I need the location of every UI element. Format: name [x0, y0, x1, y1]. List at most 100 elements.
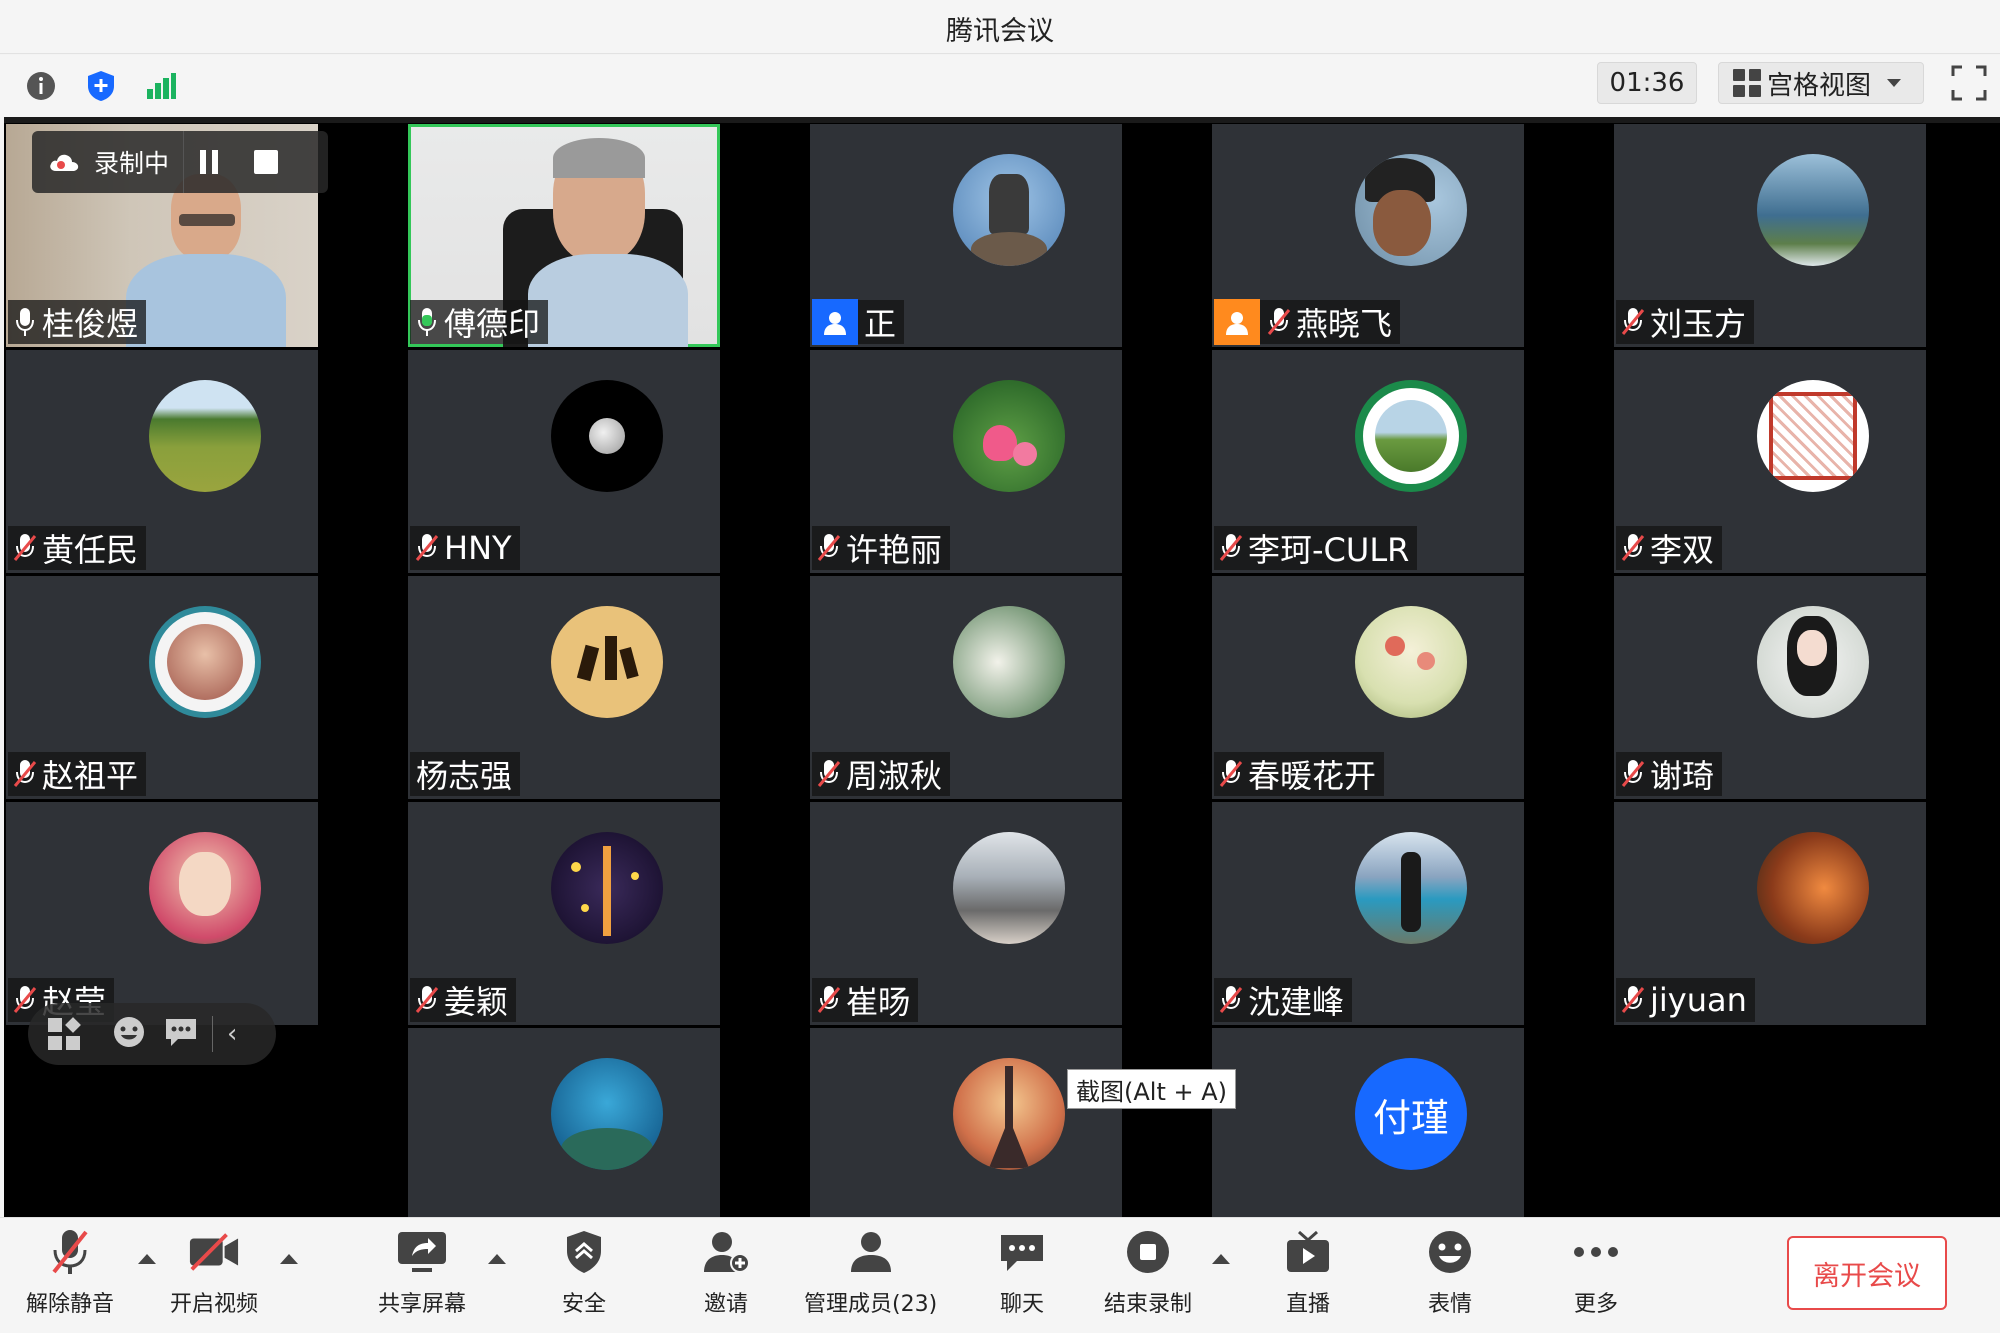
participant-tile-2[interactable]: 傅德印	[408, 124, 720, 347]
chevron-down-icon	[1887, 79, 1902, 87]
view-mode-select[interactable]: 宫格视图	[1718, 62, 1924, 104]
recording-indicator: 录制中	[32, 131, 328, 193]
more-dots-icon	[1570, 1226, 1622, 1278]
participant-tile-3[interactable]: 正	[810, 124, 1122, 347]
microphone-muted-icon	[44, 1226, 96, 1278]
emoji-icon[interactable]	[112, 1015, 146, 1053]
microphone-muted-icon	[1218, 532, 1244, 564]
stop-recording-button[interactable]: 结束录制	[1104, 1226, 1192, 1326]
avatar	[1355, 154, 1467, 266]
participant-tile-23[interactable]: 付瑾	[1212, 1028, 1524, 1217]
share-options-icon[interactable]	[488, 1254, 506, 1264]
participant-nameplate: 谢琦	[1616, 752, 1723, 796]
info-icon[interactable]	[20, 65, 62, 107]
microphone-muted-icon	[1218, 758, 1244, 790]
avatar	[953, 154, 1065, 266]
pause-recording-icon[interactable]	[200, 150, 219, 174]
fullscreen-icon[interactable]	[1948, 62, 1990, 104]
meeting-timer: 01:36	[1597, 62, 1697, 104]
title-bar: 腾讯会议	[0, 0, 2000, 54]
participant-nameplate: jiyuan	[1616, 978, 1755, 1022]
chevron-left-icon[interactable]: ‹	[227, 1019, 237, 1049]
participant-tile-15[interactable]: 谢琦	[1614, 576, 1926, 799]
participant-nameplate: 赵祖平	[8, 752, 147, 796]
participant-name: 燕晓飞	[1296, 305, 1393, 343]
participant-tile-9[interactable]: 李珂-CULR	[1212, 350, 1524, 573]
participant-tile-10[interactable]: 李双	[1614, 350, 1926, 573]
participant-name: 杨志强	[416, 757, 513, 795]
participant-name: 周淑秋	[846, 757, 943, 795]
video-options-icon[interactable]	[280, 1254, 298, 1264]
participant-tile-20[interactable]: jiyuan	[1614, 802, 1926, 1025]
avatar	[551, 832, 663, 944]
stop-recording-icon[interactable]	[254, 150, 279, 174]
participant-tile-18[interactable]: 崔旸	[810, 802, 1122, 1025]
more-button[interactable]: 更多	[1570, 1226, 1622, 1326]
cloud-icon	[48, 151, 82, 173]
view-mode-label: 宫格视图	[1767, 70, 1872, 101]
chat-bubble-icon[interactable]	[164, 1016, 198, 1052]
participant-nameplate: 春暖花开	[1214, 752, 1385, 796]
start-video-button[interactable]: 开启视频	[170, 1226, 258, 1326]
avatar	[953, 606, 1065, 718]
participant-nameplate: 傅德印	[410, 300, 549, 344]
leave-meeting-button[interactable]: 离开会议	[1787, 1236, 1947, 1310]
participant-nameplate: 燕晓飞	[1214, 299, 1401, 345]
add-user-icon	[700, 1226, 752, 1278]
participant-tile-19[interactable]: 沈建峰	[1212, 802, 1524, 1025]
microphone-muted-icon	[414, 532, 440, 564]
invite-button[interactable]: 邀请	[700, 1226, 752, 1326]
avatar	[149, 832, 261, 944]
participant-tile-8[interactable]: 许艳丽	[810, 350, 1122, 573]
layout-icon[interactable]	[48, 1017, 81, 1050]
avatar	[1355, 606, 1467, 718]
audio-options-icon[interactable]	[138, 1254, 156, 1264]
participant-tile-13[interactable]: 周淑秋	[810, 576, 1122, 799]
unmute-button[interactable]: 解除静音	[26, 1226, 114, 1326]
avatar	[953, 1058, 1065, 1170]
participant-name: 傅德印	[444, 305, 541, 343]
stop-record-icon	[1122, 1226, 1174, 1278]
participant-name: jiyuan	[1650, 981, 1747, 1019]
share-screen-button[interactable]: 共享屏幕	[378, 1226, 466, 1326]
participant-nameplate: 李珂-CULR	[1214, 526, 1418, 570]
signal-strength-icon[interactable]	[140, 65, 182, 107]
cohost-badge-icon	[1214, 299, 1260, 345]
participant-tile-22[interactable]	[810, 1028, 1122, 1217]
participant-name: 赵祖平	[42, 757, 139, 795]
participant-tile-14[interactable]: 春暖花开	[1212, 576, 1524, 799]
participant-tile-12[interactable]: 杨志强	[408, 576, 720, 799]
participant-name: 许艳丽	[846, 531, 943, 569]
participant-name: HNY	[444, 529, 512, 567]
microphone-muted-icon	[1620, 306, 1646, 338]
participant-tile-21[interactable]	[408, 1028, 720, 1217]
shield-icon[interactable]	[80, 65, 122, 107]
participant-nameplate: 正	[812, 299, 905, 345]
participant-nameplate: 姜颖	[410, 978, 517, 1022]
host-badge-icon	[812, 299, 858, 345]
microphone-muted-icon	[816, 532, 842, 564]
recording-options-icon[interactable]	[1212, 1254, 1230, 1264]
bottom-toolbar: 解除静音 开启视频 共享屏幕 安全 邀请 管理成员(23) 聊天 结束录制 直播…	[0, 1217, 2000, 1333]
participant-tile-7[interactable]: HNY	[408, 350, 720, 573]
participant-tile-4[interactable]: 燕晓飞	[1212, 124, 1524, 347]
manage-members-button[interactable]: 管理成员(23)	[804, 1226, 937, 1326]
chat-icon	[996, 1226, 1048, 1278]
participant-tile-6[interactable]: 黄任民	[6, 350, 318, 573]
live-stream-button[interactable]: 直播	[1282, 1226, 1334, 1326]
participant-tile-16[interactable]: 赵莹	[6, 802, 318, 1025]
participant-nameplate: 桂俊煜	[8, 300, 147, 344]
avatar	[1757, 380, 1869, 492]
avatar-initials: 付瑾	[1372, 1095, 1449, 1140]
microphone-muted-icon	[1218, 984, 1244, 1016]
avatar	[551, 380, 663, 492]
chat-button[interactable]: 聊天	[996, 1226, 1048, 1326]
reactions-button[interactable]: 表情	[1424, 1226, 1476, 1326]
share-screen-icon	[396, 1226, 448, 1278]
participant-tile-11[interactable]: 赵祖平	[6, 576, 318, 799]
members-icon	[845, 1226, 897, 1278]
microphone-icon	[12, 306, 38, 338]
participant-tile-5[interactable]: 刘玉方	[1614, 124, 1926, 347]
participant-tile-17[interactable]: 姜颖	[408, 802, 720, 1025]
security-button[interactable]: 安全	[558, 1226, 610, 1326]
